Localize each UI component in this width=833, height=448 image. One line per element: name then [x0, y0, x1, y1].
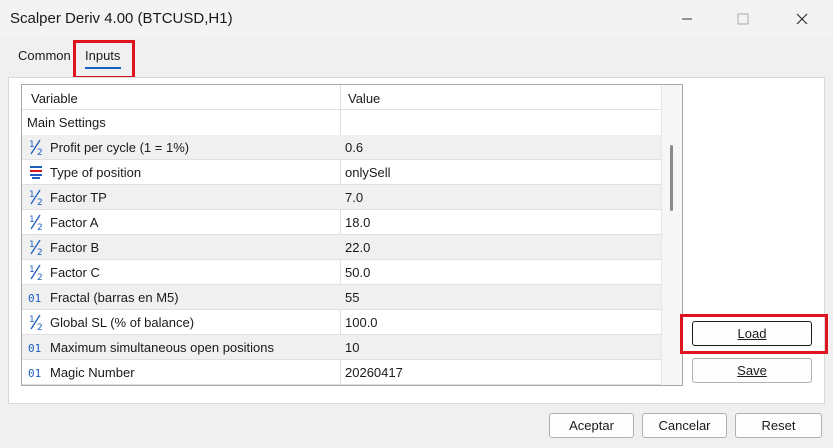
svg-text:2: 2	[37, 323, 43, 331]
integer-icon: 01	[28, 342, 41, 355]
param-name: Global SL (% of balance)	[50, 315, 195, 330]
param-row[interactable]: 01 Maximum simultaneous open positions 1…	[22, 335, 661, 360]
maximize-button[interactable]	[720, 0, 766, 38]
param-name: Factor B	[50, 240, 100, 255]
accept-button-label: Aceptar	[569, 418, 614, 433]
column-header-value[interactable]: Value	[348, 91, 380, 106]
fraction-icon: 12	[29, 239, 43, 256]
save-button-label: Save	[737, 363, 767, 378]
reset-button-label: Reset	[761, 418, 796, 433]
svg-text:2: 2	[37, 273, 43, 281]
minimize-icon	[682, 18, 692, 20]
integer-icon: 01	[28, 292, 41, 305]
param-name: Magic Number	[50, 365, 135, 380]
param-value[interactable]: 18.0	[345, 215, 370, 230]
param-value[interactable]: 7.0	[345, 190, 363, 205]
integer-icon: 01	[28, 367, 41, 380]
param-value[interactable]: 10	[345, 340, 359, 355]
param-name: Factor TP	[50, 190, 107, 205]
tab-inputs-highlight	[73, 40, 135, 79]
cancel-button[interactable]: Cancelar	[642, 413, 727, 438]
accept-button[interactable]: Aceptar	[549, 413, 634, 438]
fraction-icon: 12	[29, 189, 43, 206]
maximize-icon	[737, 13, 749, 25]
param-row[interactable]: 12 Factor B 22.0	[22, 235, 661, 260]
param-value[interactable]: 20260417	[345, 365, 403, 380]
fraction-icon: 12	[29, 139, 43, 156]
scrollbar-thumb[interactable]	[670, 145, 673, 211]
column-header-variable[interactable]: Variable	[31, 91, 78, 106]
svg-text:01: 01	[28, 292, 41, 305]
reset-button[interactable]: Reset	[735, 413, 822, 438]
param-value[interactable]: 0.6	[345, 140, 363, 155]
svg-text:2: 2	[37, 148, 43, 156]
fraction-icon: 12	[29, 264, 43, 281]
minimize-button[interactable]	[664, 0, 710, 38]
section-main-settings: Main Settings	[27, 115, 106, 130]
param-row[interactable]: 12 Factor A 18.0	[22, 210, 661, 235]
param-row[interactable]: 12 Factor TP 7.0	[22, 185, 661, 210]
param-row[interactable]: 12 Profit per cycle (1 = 1%) 0.6	[22, 135, 661, 160]
title-bar: Scalper Deriv 4.00 (BTCUSD,H1)	[0, 0, 833, 38]
parameters-grid: Variable Value Main Settings 12 Profit p…	[21, 84, 683, 386]
param-name: Factor A	[50, 215, 99, 230]
svg-text:2: 2	[37, 198, 43, 206]
param-name: Type of position	[50, 165, 142, 180]
param-value[interactable]: 50.0	[345, 265, 370, 280]
enum-list-icon	[30, 166, 42, 179]
param-value[interactable]: onlySell	[345, 165, 391, 180]
param-row[interactable]: Type of position onlySell	[22, 160, 661, 185]
param-row[interactable]: 12 Global SL (% of balance) 100.0	[22, 310, 661, 335]
fraction-icon: 12	[29, 314, 43, 331]
param-value[interactable]: 55	[345, 290, 359, 305]
close-button[interactable]	[779, 0, 825, 38]
svg-text:2: 2	[37, 223, 43, 231]
param-row[interactable]: 01 Fractal (barras en M5) 55	[22, 285, 661, 310]
svg-text:01: 01	[28, 367, 41, 380]
svg-text:2: 2	[37, 248, 43, 256]
param-row[interactable]: 12 Factor C 50.0	[22, 260, 661, 285]
svg-text:01: 01	[28, 342, 41, 355]
param-value[interactable]: 22.0	[345, 240, 370, 255]
param-value[interactable]: 100.0	[345, 315, 378, 330]
fraction-icon: 12	[29, 214, 43, 231]
cancel-button-label: Cancelar	[658, 418, 711, 433]
param-name: Profit per cycle (1 = 1%)	[50, 140, 190, 155]
grid-header-row: Variable Value	[22, 85, 661, 110]
tab-common[interactable]: Common	[18, 48, 71, 63]
window-title: Scalper Deriv 4.00 (BTCUSD,H1)	[10, 10, 233, 27]
load-button-highlight	[680, 314, 828, 354]
param-name: Factor C	[50, 265, 100, 280]
close-icon	[796, 13, 808, 25]
param-name: Fractal (barras en M5)	[50, 290, 179, 305]
param-row[interactable]: 01 Magic Number 20260417	[22, 360, 661, 385]
save-button[interactable]: Save	[692, 358, 812, 383]
param-name: Maximum simultaneous open positions	[50, 340, 274, 355]
